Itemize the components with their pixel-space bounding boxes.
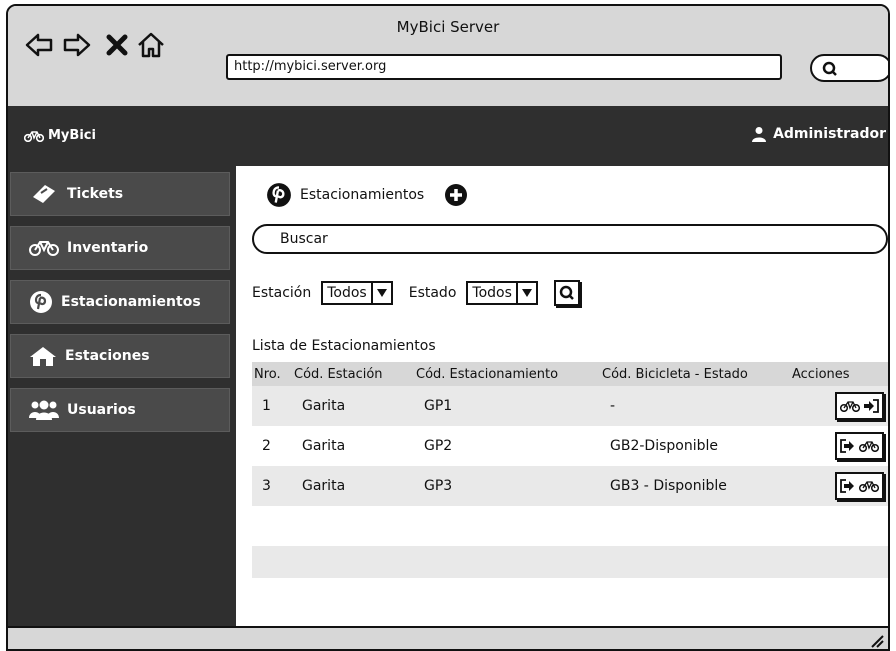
browser-search[interactable]: [810, 54, 888, 82]
cell-actions: [790, 386, 888, 426]
browser-window: MyBici Server http://mybici.server.org M…: [6, 4, 890, 651]
sidebar-item-label: Usuarios: [67, 402, 136, 418]
cell-actions: [790, 466, 888, 506]
pinterest-icon: [267, 183, 291, 207]
table-row: 2 Garita GP2 GB2-Disponible: [252, 426, 888, 466]
sign-out-icon: [840, 439, 854, 453]
station-filter-label: Estación: [252, 285, 312, 301]
user-icon: [752, 127, 767, 142]
cell-parking: GP1: [414, 386, 600, 426]
back-icon[interactable]: [24, 30, 54, 60]
forward-icon[interactable]: [62, 30, 92, 60]
column-header[interactable]: Cód. Bicicleta - Estado: [600, 362, 790, 386]
brand-label: MyBici: [48, 128, 96, 143]
table-row-empty: [252, 546, 888, 578]
station-select-value: Todos: [327, 285, 367, 301]
search-input[interactable]: Buscar: [252, 224, 888, 254]
column-header[interactable]: Nro.: [252, 362, 292, 386]
sidebar-item-label: Estaciones: [65, 348, 150, 364]
sign-in-icon: [864, 399, 879, 413]
url-bar[interactable]: http://mybici.server.org: [226, 54, 782, 80]
browser-titlebar: MyBici Server http://mybici.server.org: [8, 6, 888, 106]
column-header[interactable]: Cód. Estacionamiento: [414, 362, 600, 386]
search-icon: [822, 61, 837, 76]
sidebar-item-label: Tickets: [67, 186, 124, 202]
cell-nro: 1: [252, 386, 292, 426]
app-header: MyBici Administrador: [8, 106, 888, 166]
main-content: Estacionamientos Buscar Estación Todos E…: [236, 166, 888, 626]
status-filter-label: Estado: [408, 285, 457, 301]
cell-nro: 2: [262, 438, 271, 454]
page-title: Estacionamientos: [266, 182, 468, 208]
filters: Estación Todos Estado Todos: [252, 280, 580, 306]
sidebar-item-label: Estacionamientos: [61, 294, 201, 310]
users-icon: [29, 400, 59, 420]
search-icon: [559, 285, 574, 300]
page-title-label: Estacionamientos: [300, 187, 425, 203]
bicycle-icon: [29, 241, 59, 256]
cell-bike: -: [600, 386, 790, 426]
column-header[interactable]: Acciones: [790, 362, 888, 386]
user-name: Administrador: [773, 126, 886, 142]
cell-bike: GB3 - Disponible: [600, 466, 790, 506]
bicycle-icon: [24, 130, 44, 142]
table-header-row: Nro. Cód. Estación Cód. Estacionamiento …: [252, 362, 888, 386]
brand[interactable]: MyBici: [24, 128, 96, 143]
close-icon[interactable]: [102, 30, 132, 60]
assign-bike-button[interactable]: [835, 392, 884, 420]
cell-station: Garita: [302, 438, 346, 454]
table-row: 3 Garita GP3 GB3 - Disponible: [252, 466, 888, 506]
cell-station: Garita: [292, 466, 414, 506]
status-select[interactable]: Todos: [466, 281, 538, 305]
pinterest-icon: [30, 291, 52, 313]
release-bike-button[interactable]: [835, 472, 884, 500]
sidebar-item-tickets[interactable]: Tickets: [10, 172, 230, 216]
add-icon[interactable]: [444, 183, 468, 207]
table-row-empty: [252, 506, 888, 546]
home-icon: [30, 347, 56, 366]
sidebar-item-label: Inventario: [67, 240, 149, 256]
station-select[interactable]: Todos: [321, 281, 393, 305]
sidebar-item-usuarios[interactable]: Usuarios: [10, 388, 230, 432]
list-title: Lista de Estacionamientos: [252, 338, 436, 354]
cell-nro: 3: [252, 466, 292, 506]
chevron-down-icon: [370, 283, 391, 303]
status-bar: [8, 626, 888, 649]
bicycle-icon: [859, 481, 879, 492]
sidebar-item-estaciones[interactable]: Estaciones: [10, 334, 230, 378]
cell-bike: GB2-Disponible: [610, 438, 718, 454]
release-bike-button[interactable]: [835, 432, 884, 460]
parking-table: Nro. Cód. Estación Cód. Estacionamiento …: [252, 362, 888, 578]
resize-handle-icon[interactable]: [870, 634, 884, 648]
cell-station: Garita: [292, 386, 414, 426]
sidebar-item-estacionamientos[interactable]: Estacionamientos: [10, 280, 230, 324]
status-select-value: Todos: [472, 285, 512, 301]
bicycle-icon: [840, 401, 860, 412]
sidebar-item-inventario[interactable]: Inventario: [10, 226, 230, 270]
column-header[interactable]: Cód. Estación: [292, 362, 414, 386]
sign-out-icon: [840, 479, 854, 493]
filter-search-button[interactable]: [553, 280, 580, 306]
cell-parking: GP3: [414, 466, 600, 506]
home-nav-icon[interactable]: [136, 30, 166, 60]
cell-parking: GP2: [424, 438, 453, 454]
table-row: 1 Garita GP1 -: [252, 386, 888, 426]
ticket-icon: [33, 185, 55, 203]
cell-actions: [790, 426, 888, 466]
bicycle-icon: [859, 441, 879, 452]
chevron-down-icon: [515, 283, 536, 303]
sidebar: Tickets Inventario Estacionamientos Esta…: [8, 166, 236, 626]
user-menu[interactable]: Administrador: [751, 126, 886, 142]
